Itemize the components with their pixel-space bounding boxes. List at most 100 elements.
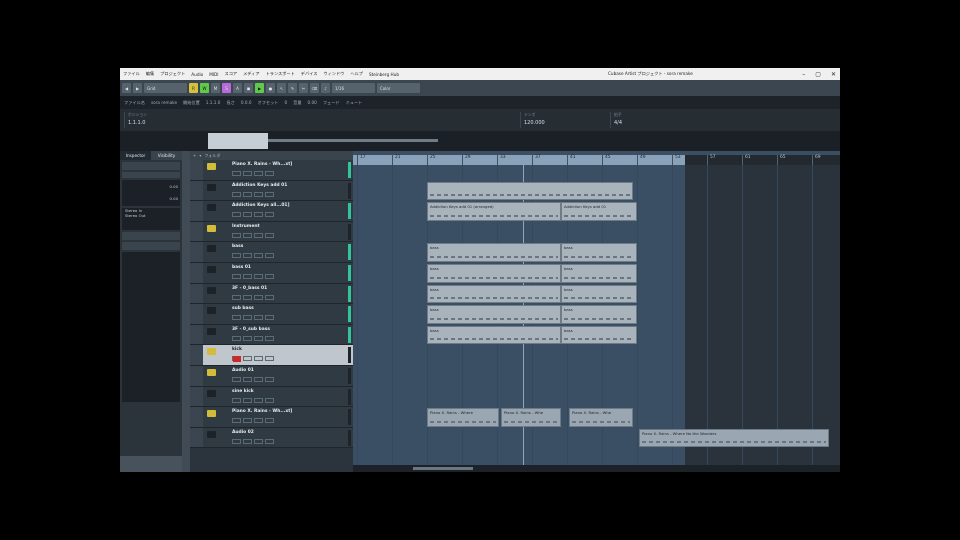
tempo-display[interactable]: テンポ 120.000 bbox=[520, 112, 610, 128]
track-name[interactable]: Audio 02 bbox=[232, 430, 254, 435]
position-display[interactable]: ポジション 1.1.1.0 bbox=[124, 112, 324, 128]
constrain-button[interactable]: ▶ bbox=[133, 83, 142, 93]
track-row[interactable]: 3F - 0_bass 01 bbox=[190, 283, 353, 305]
overview-line[interactable] bbox=[120, 131, 840, 151]
activate-project-button[interactable]: ◀ bbox=[122, 83, 131, 93]
info-field[interactable]: 0.0.0 bbox=[241, 100, 252, 105]
maximize-icon[interactable]: ▢ bbox=[815, 71, 821, 78]
read-toggle[interactable] bbox=[254, 335, 263, 341]
track-name[interactable]: Piano X. Rains - Wh...xt] bbox=[232, 409, 292, 414]
event-part[interactable]: bass bbox=[427, 325, 561, 345]
write-toggle[interactable] bbox=[265, 356, 274, 362]
mute-toggle[interactable] bbox=[232, 397, 241, 403]
minimize-icon[interactable]: – bbox=[802, 71, 805, 78]
read-toggle[interactable] bbox=[254, 397, 263, 403]
write-toggle[interactable] bbox=[265, 438, 274, 444]
track-row[interactable]: Addiction Keys all...01] bbox=[190, 201, 353, 222]
solo-toggle[interactable] bbox=[243, 294, 252, 300]
stop-button[interactable]: ◼ bbox=[244, 83, 253, 93]
mute-button[interactable]: M bbox=[211, 83, 220, 93]
erase-tool-icon[interactable]: ⌫ bbox=[310, 83, 319, 93]
read-toggle[interactable] bbox=[254, 171, 263, 176]
write-toggle[interactable] bbox=[265, 253, 274, 259]
record-button[interactable]: ● bbox=[266, 83, 275, 93]
track-name[interactable]: sine kick bbox=[232, 389, 254, 394]
track-name[interactable]: 3F - 0_bass 01 bbox=[232, 286, 267, 291]
solo-toggle[interactable] bbox=[243, 171, 252, 176]
menu-media[interactable]: メディア bbox=[240, 71, 262, 77]
scrollbar-thumb[interactable] bbox=[413, 467, 473, 470]
mute-toggle[interactable] bbox=[232, 171, 241, 176]
track-name[interactable]: 3F - 0_sub bass bbox=[232, 327, 270, 332]
read-toggle[interactable] bbox=[254, 315, 263, 321]
mute-toggle[interactable] bbox=[232, 377, 241, 382]
solo-toggle[interactable] bbox=[243, 253, 252, 259]
solo-toggle[interactable] bbox=[243, 438, 252, 444]
track-name[interactable]: Instrument bbox=[232, 224, 260, 229]
track-name[interactable]: bass 01 bbox=[232, 265, 251, 270]
menu-project[interactable]: プロジェクト bbox=[157, 71, 188, 77]
track-row[interactable]: bass 01 bbox=[190, 263, 353, 284]
solo-toggle[interactable] bbox=[243, 418, 252, 424]
write-toggle[interactable] bbox=[265, 377, 274, 382]
event-part[interactable] bbox=[427, 181, 633, 201]
color-dropdown[interactable]: Color bbox=[377, 83, 420, 93]
read-toggle[interactable] bbox=[254, 438, 263, 444]
horizontal-scrollbar[interactable] bbox=[353, 465, 840, 472]
draw-tool-icon[interactable]: ✎ bbox=[288, 83, 297, 93]
solo-toggle[interactable] bbox=[243, 356, 252, 362]
track-name[interactable]: Addiction Keys all...01] bbox=[232, 203, 289, 208]
solo-toggle[interactable] bbox=[243, 191, 252, 197]
event-part[interactable]: Piano X. Rains - Where bbox=[427, 408, 499, 427]
inspector-buttons[interactable] bbox=[122, 172, 180, 178]
event-part[interactable]: bass bbox=[427, 243, 561, 262]
read-toggle[interactable] bbox=[254, 191, 263, 197]
solo-toggle[interactable] bbox=[243, 315, 252, 321]
read-toggle[interactable] bbox=[254, 212, 263, 218]
mute-toggle[interactable] bbox=[232, 438, 241, 444]
add-track-button[interactable]: + bbox=[193, 153, 196, 158]
track-name[interactable]: Audio 01 bbox=[232, 368, 254, 373]
event-part[interactable]: Addiction Keys add 01 bbox=[561, 202, 637, 221]
track-row[interactable]: Instrument bbox=[190, 221, 353, 243]
menu-audio[interactable]: Audio bbox=[188, 72, 206, 77]
signature-display[interactable]: 拍子 4/4 bbox=[610, 112, 680, 128]
read-toggle[interactable] bbox=[254, 418, 263, 424]
track-row[interactable]: Piano X. Rains - Wh...xt] bbox=[190, 160, 353, 181]
tab-inspector[interactable]: Inspector bbox=[120, 151, 151, 160]
mute-toggle[interactable] bbox=[232, 418, 241, 424]
collapse-icon[interactable]: ▾ bbox=[199, 153, 201, 158]
track-row[interactable]: sub bass bbox=[190, 304, 353, 325]
event-part[interactable]: Piano X. Rains - Whe bbox=[501, 408, 561, 427]
timeline-ruler[interactable]: 57 61 65 69 17 21 25 29 33 37 41 45 49 53 bbox=[353, 155, 840, 165]
write-toggle[interactable] bbox=[265, 212, 274, 218]
write-toggle[interactable] bbox=[265, 335, 274, 341]
record-enable-button[interactable] bbox=[233, 356, 241, 363]
write-toggle[interactable] bbox=[265, 418, 274, 424]
info-field[interactable]: sora remake bbox=[151, 100, 177, 105]
inspector-section[interactable] bbox=[122, 242, 180, 250]
solo-toggle[interactable] bbox=[243, 274, 252, 279]
solo-toggle[interactable] bbox=[243, 212, 252, 218]
write-toggle[interactable] bbox=[265, 171, 274, 176]
menu-devices[interactable]: デバイス bbox=[298, 71, 321, 77]
menu-hub[interactable]: Steinberg Hub bbox=[366, 72, 402, 77]
track-name[interactable]: sub bass bbox=[232, 306, 254, 311]
write-toggle[interactable] bbox=[265, 191, 274, 197]
menu-help[interactable]: ヘルプ bbox=[347, 71, 366, 77]
play-button[interactable]: ▶ bbox=[255, 83, 264, 93]
track-row[interactable]: sine kick bbox=[190, 386, 353, 408]
mute-toggle[interactable] bbox=[232, 315, 241, 321]
track-row[interactable]: 3F - 0_sub bass bbox=[190, 324, 353, 346]
event-part[interactable]: bass bbox=[561, 264, 637, 283]
arrange-window[interactable]: 57 61 65 69 17 21 25 29 33 37 41 45 49 53 Addiction … bbox=[353, 151, 840, 472]
write-toggle[interactable] bbox=[265, 315, 274, 321]
write-toggle[interactable] bbox=[265, 294, 274, 300]
event-part[interactable]: bass bbox=[561, 305, 637, 324]
info-field[interactable]: 1.1.1.0 bbox=[206, 100, 221, 105]
solo-toggle[interactable] bbox=[243, 232, 252, 238]
write-button[interactable]: W bbox=[200, 83, 209, 93]
info-field[interactable]: 0.00 bbox=[308, 100, 317, 105]
track-name[interactable]: Piano X. Rains - Wh...xt] bbox=[232, 162, 292, 167]
read-toggle[interactable] bbox=[254, 294, 263, 300]
